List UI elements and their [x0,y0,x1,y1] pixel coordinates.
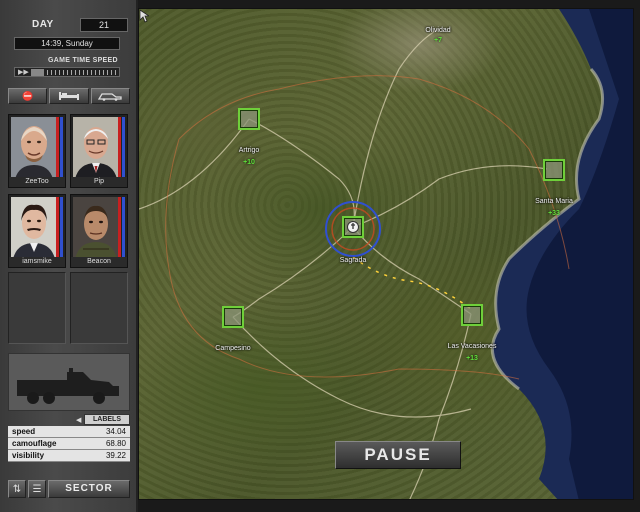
merc-name: Beacon [71,257,127,267]
town-marker[interactable] [222,306,244,328]
merc-portrait-3[interactable]: iamsmike [8,194,66,268]
mode-buttons: ⛔ [8,88,130,104]
merc-face [73,117,119,179]
left-panel: DAY 21 14:39, Sunday GAME TIME SPEED ▶▶ … [0,0,138,512]
stat-label: speed [12,427,36,436]
day-value: 21 [80,18,128,32]
game-speed-label: GAME TIME SPEED [48,57,118,64]
town-label: Las Vacasiones [447,343,497,350]
merc-portrait-1[interactable]: ZeeToo [8,114,66,188]
town-bonus: +7 [434,37,442,44]
travel-button[interactable] [90,88,130,104]
list-icon: ☰ [32,483,42,495]
bed-icon [58,92,79,100]
merc-status-bars [118,197,125,259]
health-bar [56,117,59,179]
merc-name: Pip [71,177,127,187]
bottom-buttons: ⇅ ☰ SECTOR [8,480,130,498]
cursor-icon [139,9,149,23]
energy-bar [122,117,125,179]
town-label: Artrigo [238,147,260,154]
merc-face [73,197,119,259]
merc-status-bars [118,117,125,179]
town-label: Santa Maria [535,198,573,205]
stat-label: camouflage [12,439,57,448]
merc-face [11,197,57,259]
pause-banner: PAUSE [335,441,461,469]
squad-icon [347,221,359,233]
speed-fill [31,69,44,76]
town-marker[interactable] [543,159,565,181]
town-label: Sagrada [339,257,367,264]
stat-row: camouflage 68.80 [8,438,130,450]
vehicle-display [8,353,130,411]
health-bar [118,197,121,259]
sector-button[interactable]: SECTOR [48,480,130,498]
empty-merc-slot[interactable] [8,272,66,344]
game-speed-slider[interactable]: ▶▶ [14,67,120,77]
town-bonus: +33 [548,210,560,217]
map-terrain [139,9,633,499]
energy-bar [122,197,125,259]
merc-face [11,117,57,179]
day-label: DAY [32,19,54,30]
stat-row: visibility 39.22 [8,450,130,462]
empty-merc-slot[interactable] [70,272,128,344]
town-marker[interactable] [238,108,260,130]
stop-icon: ⛔ [22,90,34,101]
map-filter-button[interactable]: ⇅ [8,480,26,498]
merc-status-bars [56,117,63,179]
health-bar [118,117,121,179]
town-bonus: +13 [466,355,478,362]
stat-value: 34.04 [105,427,126,436]
merc-name: ZeeToo [9,177,65,187]
date-time-display: 14:39, Sunday [14,37,120,50]
stop-button[interactable]: ⛔ [8,88,48,104]
health-bar [56,197,59,259]
rest-button[interactable] [49,88,89,104]
town-label: Olividad [425,27,451,34]
labels-arrow-icon: ◀ [76,417,82,424]
town-marker[interactable] [461,304,483,326]
stat-value: 39.22 [105,451,126,460]
town-bonus: +10 [243,159,255,166]
energy-bar [60,197,63,259]
energy-bar [60,117,63,179]
stat-row: speed 34.04 [8,426,130,438]
labels-toggle[interactable]: LABELS [84,414,130,425]
list-view-button[interactable]: ☰ [28,480,46,498]
day-counter: DAY 21 [8,18,130,34]
merc-portrait-2[interactable]: Pip [70,114,128,188]
strategic-map[interactable]: Olividad +7 Artrigo +10 Santa Maria +33 … [138,8,634,500]
play-icon: ▶▶ [18,69,29,76]
filter-icon: ⇅ [12,483,22,495]
truck-icon [17,368,119,404]
merc-name: iamsmike [9,257,65,267]
town-label: Campesino [215,345,251,352]
vehicle-stats: speed 34.04 camouflage 68.80 visibility … [8,426,130,462]
vehicle-icon [98,93,122,101]
stat-label: visibility [12,451,45,460]
merc-status-bars [56,197,63,259]
stat-value: 68.80 [105,439,126,448]
merc-portrait-4[interactable]: Beacon [70,194,128,268]
